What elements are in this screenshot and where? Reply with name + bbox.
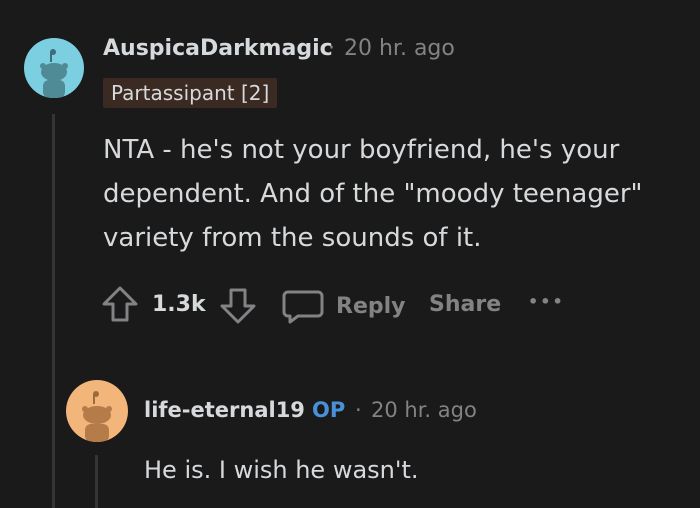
upvote-arrow-icon <box>102 286 138 322</box>
reply-button[interactable]: Reply <box>282 286 406 326</box>
reply-label: Reply <box>336 293 406 319</box>
share-button[interactable]: Share <box>429 292 501 317</box>
snoo-avatar-icon <box>82 391 112 442</box>
comment-body: He is. I wish he wasn't. <box>144 456 419 484</box>
comment-timestamp[interactable]: 20 hr. ago <box>371 398 477 422</box>
avatar[interactable] <box>66 380 128 442</box>
upvote-button[interactable] <box>100 284 140 324</box>
comment-body: NTA - he's not your boyfriend, he's your… <box>103 128 642 260</box>
thread-line[interactable] <box>52 114 55 508</box>
comment-line: variety from the sounds of it. <box>103 223 482 253</box>
thread-line[interactable] <box>95 455 98 508</box>
downvote-arrow-icon <box>220 288 256 324</box>
comment-bubble-icon <box>282 290 324 324</box>
separator-dot: · <box>355 398 362 422</box>
op-badge: OP <box>312 398 346 422</box>
snoo-avatar-icon <box>40 49 68 98</box>
separator-dot: · <box>328 36 335 61</box>
comment-timestamp[interactable]: 20 hr. ago <box>344 36 455 61</box>
comment-line: NTA - he's not your boyfriend, he's your <box>103 135 620 165</box>
downvote-button[interactable] <box>218 286 258 326</box>
vote-count: 1.3k <box>152 292 206 317</box>
comment-line: dependent. And of the "moody teenager" <box>103 179 643 209</box>
user-flair: Partassipant [2] <box>103 78 278 108</box>
avatar[interactable] <box>24 38 84 98</box>
comment-author[interactable]: AuspicaDarkmagic <box>103 36 333 61</box>
more-options-icon[interactable]: ••• <box>528 292 565 311</box>
comment-author[interactable]: life-eternal19 <box>144 398 305 422</box>
